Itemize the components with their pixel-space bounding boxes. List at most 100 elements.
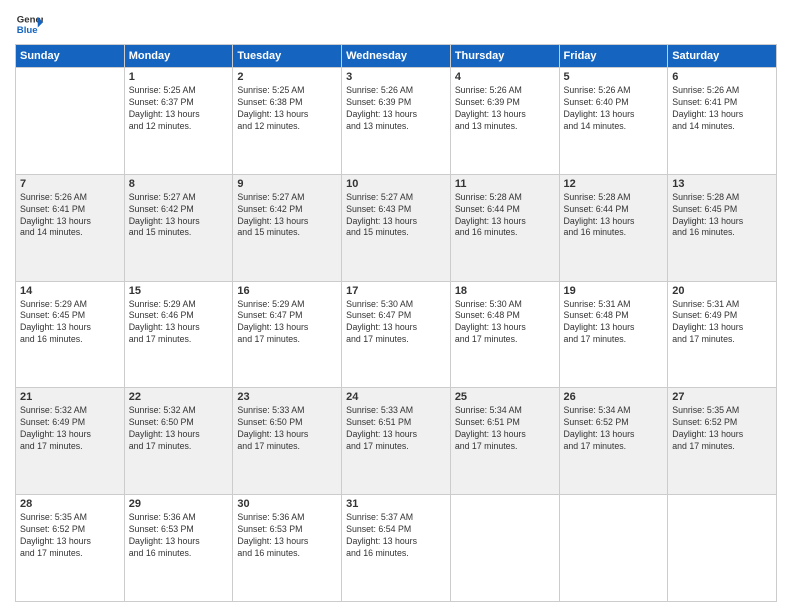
day-cell: 13 Sunrise: 5:28 AM Sunset: 6:45 PM Dayli… [668,174,777,281]
day-number: 2 [237,71,337,83]
day-number: 10 [346,178,446,190]
day-number: 15 [129,285,229,297]
day-cell: 18Sunrise: 5:30 AM Sunset: 6:48 PM Dayli… [450,281,559,388]
day-cell: 20 Sunrise: 5:31 AM Sunset: 6:49 PM Dayli… [668,281,777,388]
day-info: Sunrise: 5:37 AM Sunset: 6:54 PM Dayligh… [346,512,446,560]
day-cell: 12 Sunrise: 5:28 AM Sunset: 6:44 PM Dayli… [559,174,668,281]
day-cell [16,68,125,175]
day-cell: 10 Sunrise: 5:27 AM Sunset: 6:43 PM Dayli… [342,174,451,281]
logo-icon: General Blue [15,10,43,38]
day-number: 9 [237,178,337,190]
day-cell: 9Sunrise: 5:27 AM Sunset: 6:42 PM Daylig… [233,174,342,281]
day-cell: 8 Sunrise: 5:27 AM Sunset: 6:42 PM Daylig… [124,174,233,281]
day-cell: 16 Sunrise: 5:29 AM Sunset: 6:47 PM Dayli… [233,281,342,388]
weekday-header-row: SundayMondayTuesdayWednesdayThursdayFrid… [16,45,777,68]
weekday-header-wednesday: Wednesday [342,45,451,68]
day-number: 24 [346,391,446,403]
day-number: 27 [672,391,772,403]
day-cell: 2 Sunrise: 5:25 AM Sunset: 6:38 PM Daylig… [233,68,342,175]
day-cell: 27 Sunrise: 5:35 AM Sunset: 6:52 PM Dayli… [668,388,777,495]
day-number: 22 [129,391,229,403]
day-number: 26 [564,391,664,403]
day-cell: 26 Sunrise: 5:34 AM Sunset: 6:52 PM Dayli… [559,388,668,495]
day-cell: 11 Sunrise: 5:28 AM Sunset: 6:44 PM Dayli… [450,174,559,281]
day-info: Sunrise: 5:35 AM Sunset: 6:52 PM Dayligh… [20,512,120,560]
day-number: 28 [20,498,120,510]
day-number: 21 [20,391,120,403]
day-cell: 30 Sunrise: 5:36 AM Sunset: 6:53 PM Dayli… [233,495,342,602]
day-info: Sunrise: 5:32 AM Sunset: 6:50 PM Dayligh… [129,405,229,453]
day-cell: 6 Sunrise: 5:26 AM Sunset: 6:41 PM Daylig… [668,68,777,175]
day-info: Sunrise: 5:27 AM Sunset: 6:42 PM Dayligh… [129,192,229,240]
day-cell: 24 Sunrise: 5:33 AM Sunset: 6:51 PM Dayli… [342,388,451,495]
day-cell [668,495,777,602]
day-cell: 19 Sunrise: 5:31 AM Sunset: 6:48 PM Dayli… [559,281,668,388]
day-number: 16 [237,285,337,297]
day-number: 6 [672,71,772,83]
svg-text:Blue: Blue [17,25,38,36]
day-info: Sunrise: 5:30 AM Sunset: 6:47 PM Dayligh… [346,299,446,347]
day-number: 5 [564,71,664,83]
weekday-header-sunday: Sunday [16,45,125,68]
day-cell: 28 Sunrise: 5:35 AM Sunset: 6:52 PM Dayli… [16,495,125,602]
day-info: Sunrise: 5:29 AM Sunset: 6:47 PM Dayligh… [237,299,337,347]
day-cell: 7 Sunrise: 5:26 AM Sunset: 6:41 PM Daylig… [16,174,125,281]
day-info: Sunrise: 5:26 AM Sunset: 6:41 PM Dayligh… [20,192,120,240]
week-row-1: 1 Sunrise: 5:25 AM Sunset: 6:37 PM Daylig… [16,68,777,175]
day-info: Sunrise: 5:25 AM Sunset: 6:37 PM Dayligh… [129,85,229,133]
day-number: 8 [129,178,229,190]
day-number: 13 [672,178,772,190]
day-number: 7 [20,178,120,190]
day-info: Sunrise: 5:34 AM Sunset: 6:51 PM Dayligh… [455,405,555,453]
day-info: Sunrise: 5:36 AM Sunset: 6:53 PM Dayligh… [237,512,337,560]
day-info: Sunrise: 5:26 AM Sunset: 6:41 PM Dayligh… [672,85,772,133]
day-number: 1 [129,71,229,83]
weekday-header-saturday: Saturday [668,45,777,68]
day-number: 19 [564,285,664,297]
day-info: Sunrise: 5:25 AM Sunset: 6:38 PM Dayligh… [237,85,337,133]
day-cell: 5Sunrise: 5:26 AM Sunset: 6:40 PM Daylig… [559,68,668,175]
day-info: Sunrise: 5:34 AM Sunset: 6:52 PM Dayligh… [564,405,664,453]
day-info: Sunrise: 5:28 AM Sunset: 6:44 PM Dayligh… [564,192,664,240]
day-info: Sunrise: 5:35 AM Sunset: 6:52 PM Dayligh… [672,405,772,453]
day-info: Sunrise: 5:27 AM Sunset: 6:43 PM Dayligh… [346,192,446,240]
day-info: Sunrise: 5:26 AM Sunset: 6:39 PM Dayligh… [346,85,446,133]
day-info: Sunrise: 5:31 AM Sunset: 6:49 PM Dayligh… [672,299,772,347]
day-cell: 3Sunrise: 5:26 AM Sunset: 6:39 PM Daylig… [342,68,451,175]
day-cell: 29 Sunrise: 5:36 AM Sunset: 6:53 PM Dayli… [124,495,233,602]
day-cell: 4Sunrise: 5:26 AM Sunset: 6:39 PM Daylig… [450,68,559,175]
week-row-5: 28 Sunrise: 5:35 AM Sunset: 6:52 PM Dayli… [16,495,777,602]
day-number: 11 [455,178,555,190]
day-info: Sunrise: 5:32 AM Sunset: 6:49 PM Dayligh… [20,405,120,453]
day-cell: 14Sunrise: 5:29 AM Sunset: 6:45 PM Dayli… [16,281,125,388]
day-info: Sunrise: 5:29 AM Sunset: 6:46 PM Dayligh… [129,299,229,347]
week-row-3: 14Sunrise: 5:29 AM Sunset: 6:45 PM Dayli… [16,281,777,388]
day-number: 18 [455,285,555,297]
day-number: 20 [672,285,772,297]
day-cell: 21 Sunrise: 5:32 AM Sunset: 6:49 PM Dayli… [16,388,125,495]
day-cell: 17 Sunrise: 5:30 AM Sunset: 6:47 PM Dayli… [342,281,451,388]
day-info: Sunrise: 5:28 AM Sunset: 6:45 PM Dayligh… [672,192,772,240]
day-info: Sunrise: 5:31 AM Sunset: 6:48 PM Dayligh… [564,299,664,347]
day-number: 29 [129,498,229,510]
weekday-header-friday: Friday [559,45,668,68]
weekday-header-tuesday: Tuesday [233,45,342,68]
day-number: 4 [455,71,555,83]
day-info: Sunrise: 5:36 AM Sunset: 6:53 PM Dayligh… [129,512,229,560]
day-number: 12 [564,178,664,190]
day-number: 30 [237,498,337,510]
day-info: Sunrise: 5:28 AM Sunset: 6:44 PM Dayligh… [455,192,555,240]
week-row-4: 21 Sunrise: 5:32 AM Sunset: 6:49 PM Dayli… [16,388,777,495]
day-number: 17 [346,285,446,297]
weekday-header-monday: Monday [124,45,233,68]
day-cell: 15 Sunrise: 5:29 AM Sunset: 6:46 PM Dayli… [124,281,233,388]
day-number: 25 [455,391,555,403]
day-info: Sunrise: 5:33 AM Sunset: 6:51 PM Dayligh… [346,405,446,453]
day-number: 14 [20,285,120,297]
day-number: 23 [237,391,337,403]
logo: General Blue [15,10,43,38]
calendar-table: SundayMondayTuesdayWednesdayThursdayFrid… [15,44,777,602]
page: General Blue SundayMondayTuesdayWednesda… [0,0,792,612]
weekday-header-thursday: Thursday [450,45,559,68]
day-cell: 25 Sunrise: 5:34 AM Sunset: 6:51 PM Dayli… [450,388,559,495]
